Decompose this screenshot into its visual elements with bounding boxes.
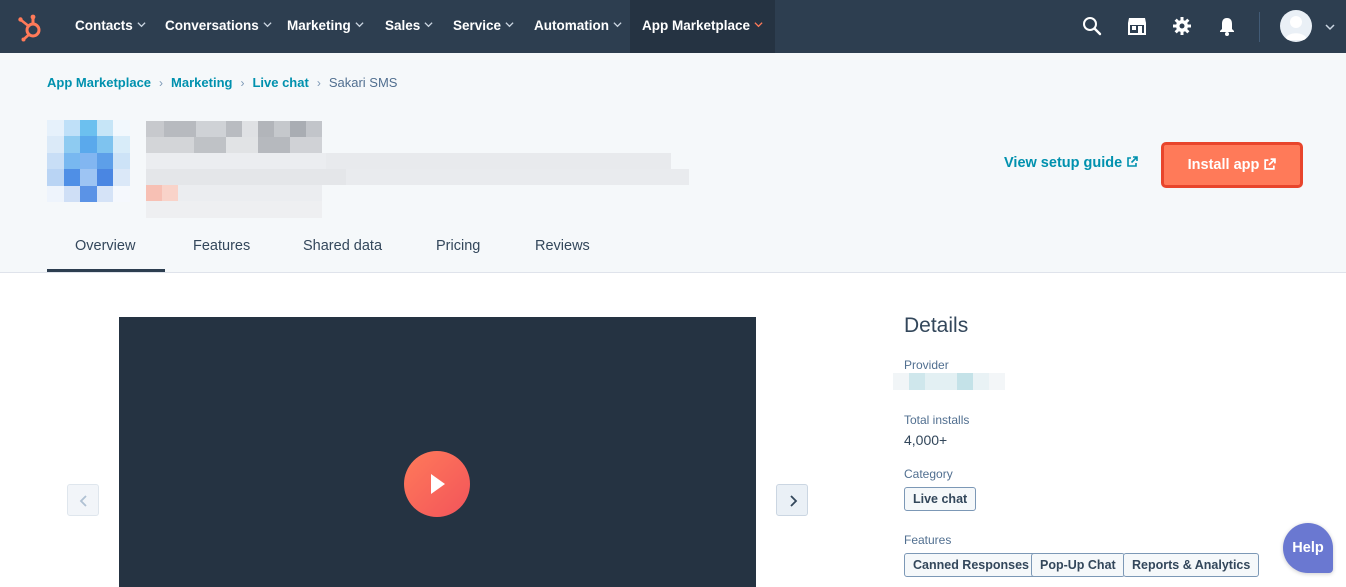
nav-app-marketplace[interactable]: App Marketplace	[630, 0, 776, 53]
external-link-icon	[1264, 158, 1277, 170]
carousel-previous-button[interactable]	[67, 484, 99, 516]
nav-contacts-label: Contacts	[75, 18, 133, 33]
chevron-left-icon	[79, 495, 87, 507]
features-label: Features	[904, 533, 952, 547]
tab-overview[interactable]: Overview	[75, 238, 135, 254]
nav-marketing-label: Marketing	[287, 18, 351, 33]
nav-marketing[interactable]: Marketing	[287, 0, 364, 53]
feature-tag[interactable]: Canned Responses	[904, 553, 1039, 577]
feature-tag[interactable]: Reports & Analytics	[1123, 553, 1260, 577]
breadcrumb-separator-icon: ›	[240, 76, 245, 90]
nav-sales-label: Sales	[385, 18, 421, 33]
nav-app-marketplace-label: App Marketplace	[642, 18, 751, 33]
category-tag[interactable]: Live chat	[904, 487, 977, 511]
chevron-down-icon	[754, 22, 763, 28]
chevron-down-icon	[137, 22, 146, 28]
app-name-redacted	[146, 121, 322, 154]
breadcrumb-current: Sakari SMS	[328, 75, 398, 90]
chevron-down-icon	[424, 22, 433, 28]
help-button[interactable]: Help	[1283, 523, 1333, 573]
marketplace-icon[interactable]	[1126, 15, 1148, 37]
app-header: App Marketplace › Marketing › Live chat › Saka…	[0, 53, 1346, 273]
breadcrumb-app-marketplace[interactable]: App Marketplace	[47, 75, 151, 90]
install-app-label: Install app	[1187, 157, 1260, 173]
active-tab-indicator	[47, 269, 165, 272]
nav-service-label: Service	[453, 18, 502, 33]
chevron-down-icon	[355, 22, 364, 28]
top-navigation: Contacts Conversations Marketing Sales S…	[0, 0, 1346, 53]
chevron-down-icon	[613, 22, 622, 28]
external-link-icon	[1127, 156, 1138, 167]
tab-shared-data[interactable]: Shared data	[303, 238, 382, 254]
total-installs-value: 4,000+	[904, 432, 948, 448]
breadcrumb: App Marketplace › Marketing › Live chat › Saka…	[47, 75, 397, 90]
tab-reviews[interactable]: Reviews	[535, 238, 590, 254]
hubspot-logo-icon[interactable]	[16, 12, 46, 42]
notifications-icon[interactable]	[1216, 15, 1238, 37]
search-icon[interactable]	[1081, 15, 1103, 37]
tab-pricing[interactable]: Pricing	[436, 238, 480, 254]
app-logo	[47, 120, 130, 202]
view-setup-guide-label: View setup guide	[1004, 155, 1123, 171]
details-heading: Details	[904, 314, 969, 337]
breadcrumb-separator-icon: ›	[159, 76, 164, 90]
provider-value-redacted[interactable]	[893, 373, 1005, 390]
category-label: Category	[904, 467, 953, 481]
breadcrumb-separator-icon: ›	[316, 76, 321, 90]
video-player[interactable]	[119, 317, 756, 587]
nav-service[interactable]: Service	[453, 0, 514, 53]
nav-divider	[1259, 12, 1260, 42]
provider-label: Provider	[904, 358, 949, 372]
nav-automation[interactable]: Automation	[534, 0, 622, 53]
nav-conversations[interactable]: Conversations	[165, 0, 272, 53]
nav-automation-label: Automation	[534, 18, 609, 33]
play-button[interactable]	[404, 451, 470, 517]
chevron-down-icon[interactable]	[1325, 22, 1335, 32]
chevron-right-icon	[790, 495, 798, 507]
feature-tag[interactable]: Pop-Up Chat	[1031, 553, 1125, 577]
nav-sales[interactable]: Sales	[385, 0, 433, 53]
nav-conversations-label: Conversations	[165, 18, 259, 33]
install-app-button[interactable]: Install app	[1161, 142, 1303, 188]
nav-contacts[interactable]: Contacts	[75, 0, 146, 53]
chevron-down-icon	[263, 22, 272, 28]
breadcrumb-marketing[interactable]: Marketing	[171, 75, 232, 90]
total-installs-label: Total installs	[904, 413, 970, 427]
carousel-next-button[interactable]	[776, 484, 808, 516]
app-description-redacted	[146, 153, 691, 218]
breadcrumb-live-chat[interactable]: Live chat	[252, 75, 308, 90]
avatar[interactable]	[1280, 10, 1312, 42]
play-icon	[431, 474, 445, 494]
view-setup-guide-link[interactable]: View setup guide	[1004, 155, 1138, 171]
settings-icon[interactable]	[1171, 15, 1193, 37]
chevron-down-icon	[505, 22, 514, 28]
tab-features[interactable]: Features	[193, 238, 250, 254]
